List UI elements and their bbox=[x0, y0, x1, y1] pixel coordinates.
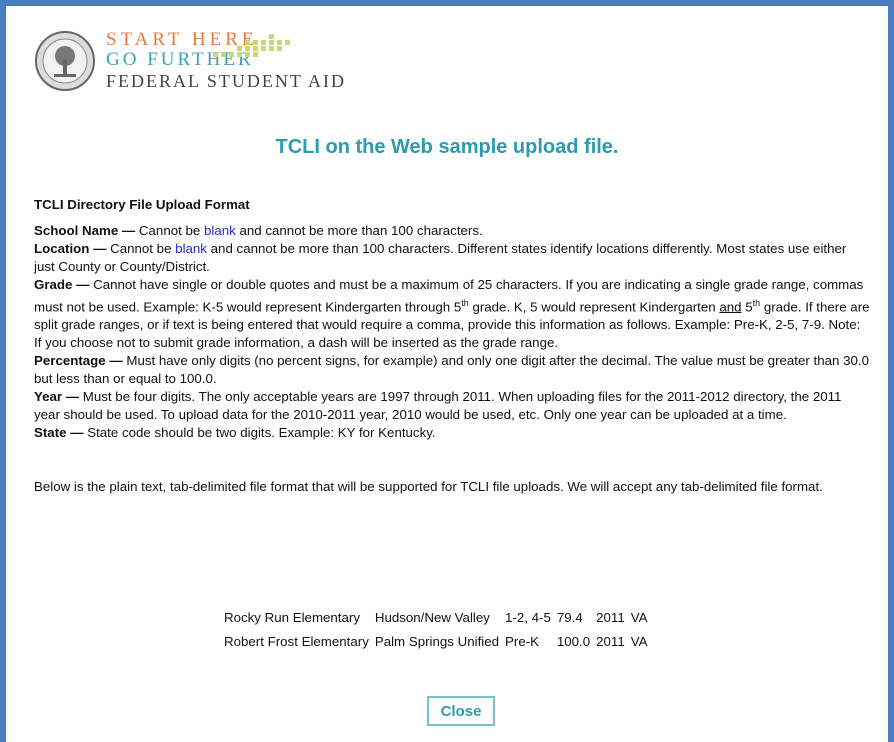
field-label: Year — bbox=[34, 389, 80, 405]
field-label: Location — bbox=[34, 241, 107, 256]
blank-link[interactable]: blank bbox=[204, 223, 236, 238]
table-row: Robert Frost Elementary Palm Springs Uni… bbox=[224, 634, 648, 649]
field-label: Grade — bbox=[34, 277, 90, 292]
field-location: Location — Cannot be blank and cannot be… bbox=[34, 241, 847, 274]
blank-link[interactable]: blank bbox=[175, 241, 207, 256]
field-state: State — State code should be two digits.… bbox=[34, 425, 436, 441]
field-label: State — bbox=[34, 425, 84, 441]
format-description: TCLI Directory File Upload Format School… bbox=[34, 196, 870, 496]
page-title: TCLI on the Web sample upload file. bbox=[275, 136, 619, 158]
field-label: School Name — bbox=[34, 223, 136, 238]
fsa-logo: START HERE GO FURTHER FEDERAL STUDENT AI… bbox=[28, 28, 428, 98]
decorative-dots-icon bbox=[213, 34, 290, 57]
field-grade: Grade — Cannot have single or double quo… bbox=[34, 277, 870, 351]
field-percentage: Percentage — Must have only digits (no p… bbox=[34, 353, 869, 387]
brand-name: FEDERAL STUDENT AID bbox=[106, 71, 346, 91]
field-school-name: School Name — Cannot be blank and cannot… bbox=[34, 223, 483, 238]
table-row: Rocky Run Elementary Hudson/New Valley 1… bbox=[224, 610, 648, 625]
field-label: Percentage — bbox=[34, 353, 123, 369]
dialog-frame: START HERE GO FURTHER FEDERAL STUDENT AI… bbox=[0, 0, 894, 742]
close-button[interactable]: Close bbox=[427, 696, 495, 726]
education-seal-icon bbox=[35, 31, 95, 91]
format-note: Below is the plain text, tab-delimited f… bbox=[34, 479, 823, 495]
field-year: Year — Must be four digits. The only acc… bbox=[34, 389, 842, 423]
sample-records: Rocky Run Elementary Hudson/New Valley 1… bbox=[224, 606, 653, 654]
format-heading: TCLI Directory File Upload Format bbox=[34, 197, 250, 212]
